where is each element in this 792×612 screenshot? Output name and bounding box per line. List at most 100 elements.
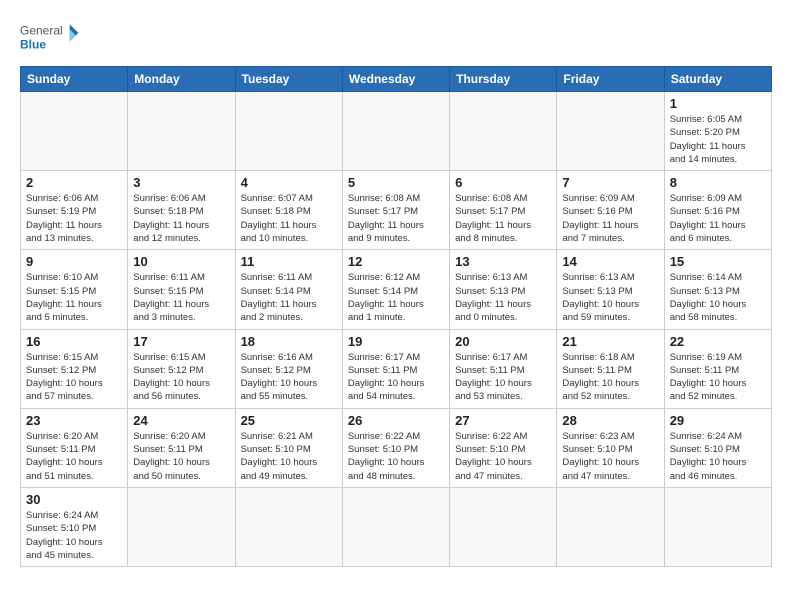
day-number: 17 xyxy=(133,334,229,349)
calendar-day-cell: 18 Sunrise: 6:16 AM Sunset: 5:12 PM Dayli… xyxy=(235,329,342,408)
day-number: 26 xyxy=(348,413,444,428)
calendar-day-cell: 16Sunrise: 6:15 AM Sunset: 5:12 PM Dayli… xyxy=(21,329,128,408)
calendar-day-cell: 26 Sunrise: 6:22 AM Sunset: 5:10 PM Dayli… xyxy=(342,408,449,487)
calendar-day-cell: 13 Sunrise: 6:13 AM Sunset: 5:13 PM Dayli… xyxy=(450,250,557,329)
calendar-day-cell xyxy=(342,487,449,566)
weekday-row: SundayMondayTuesdayWednesdayThursdayFrid… xyxy=(21,67,772,92)
calendar-day-cell xyxy=(557,92,664,171)
calendar-day-cell: 30 Sunrise: 6:24 AM Sunset: 5:10 PM Dayli… xyxy=(21,487,128,566)
header: General Blue xyxy=(20,18,772,58)
calendar-day-cell xyxy=(664,487,771,566)
day-info: Sunrise: 6:22 AM Sunset: 5:10 PM Dayligh… xyxy=(455,430,551,483)
weekday-header-wednesday: Wednesday xyxy=(342,67,449,92)
day-number: 3 xyxy=(133,175,229,190)
day-number: 11 xyxy=(241,254,337,269)
day-info: Sunrise: 6:22 AM Sunset: 5:10 PM Dayligh… xyxy=(348,430,444,483)
calendar-week-row: 1Sunrise: 6:05 AM Sunset: 5:20 PM Daylig… xyxy=(21,92,772,171)
calendar-day-cell: 5 Sunrise: 6:08 AM Sunset: 5:17 PM Daylig… xyxy=(342,171,449,250)
day-number: 7 xyxy=(562,175,658,190)
day-info: Sunrise: 6:09 AM Sunset: 5:16 PM Dayligh… xyxy=(670,192,766,245)
calendar-header: SundayMondayTuesdayWednesdayThursdayFrid… xyxy=(21,67,772,92)
day-info: Sunrise: 6:09 AM Sunset: 5:16 PM Dayligh… xyxy=(562,192,658,245)
day-info: Sunrise: 6:24 AM Sunset: 5:10 PM Dayligh… xyxy=(26,509,122,562)
day-number: 5 xyxy=(348,175,444,190)
calendar-day-cell xyxy=(450,92,557,171)
day-number: 13 xyxy=(455,254,551,269)
day-number: 18 xyxy=(241,334,337,349)
calendar-day-cell: 11Sunrise: 6:11 AM Sunset: 5:14 PM Dayli… xyxy=(235,250,342,329)
day-info: Sunrise: 6:06 AM Sunset: 5:18 PM Dayligh… xyxy=(133,192,229,245)
day-number: 1 xyxy=(670,96,766,111)
day-info: Sunrise: 6:13 AM Sunset: 5:13 PM Dayligh… xyxy=(562,271,658,324)
svg-text:General: General xyxy=(20,24,63,38)
day-info: Sunrise: 6:14 AM Sunset: 5:13 PM Dayligh… xyxy=(670,271,766,324)
calendar-week-row: 9Sunrise: 6:10 AM Sunset: 5:15 PM Daylig… xyxy=(21,250,772,329)
calendar-day-cell: 24 Sunrise: 6:20 AM Sunset: 5:11 PM Dayli… xyxy=(128,408,235,487)
calendar-day-cell xyxy=(557,487,664,566)
calendar-day-cell: 15 Sunrise: 6:14 AM Sunset: 5:13 PM Dayli… xyxy=(664,250,771,329)
day-number: 28 xyxy=(562,413,658,428)
day-number: 27 xyxy=(455,413,551,428)
calendar-day-cell: 22 Sunrise: 6:19 AM Sunset: 5:11 PM Dayli… xyxy=(664,329,771,408)
calendar-day-cell: 29Sunrise: 6:24 AM Sunset: 5:10 PM Dayli… xyxy=(664,408,771,487)
calendar-day-cell xyxy=(342,92,449,171)
weekday-header-saturday: Saturday xyxy=(664,67,771,92)
calendar-week-row: 16 Sunrise: 6:15 AM Sunset: 5:12 PM Dayli… xyxy=(21,329,772,408)
day-number: 22 xyxy=(670,334,766,349)
calendar-day-cell: 7 Sunrise: 6:09 AM Sunset: 5:16 PM Daylig… xyxy=(557,171,664,250)
day-info: Sunrise: 6:17 AM Sunset: 5:11 PM Dayligh… xyxy=(455,351,551,404)
day-info: Sunrise: 6:20 AM Sunset: 5:11 PM Dayligh… xyxy=(26,430,122,483)
day-info: Sunrise: 6:21 AM Sunset: 5:10 PM Dayligh… xyxy=(241,430,337,483)
day-number: 30 xyxy=(26,492,122,507)
calendar-day-cell: 2 Sunrise: 6:06 AM Sunset: 5:19 PM Daylig… xyxy=(21,171,128,250)
calendar-day-cell: 17 Sunrise: 6:15 AM Sunset: 5:12 PM Dayli… xyxy=(128,329,235,408)
calendar-day-cell xyxy=(450,487,557,566)
calendar-day-cell: 20 Sunrise: 6:17 AM Sunset: 5:11 PM Dayli… xyxy=(450,329,557,408)
day-number: 16 xyxy=(26,334,122,349)
logo: General Blue xyxy=(20,18,80,58)
calendar-page: General Blue SundayMondayTuesdayWednesda… xyxy=(0,0,792,612)
calendar-day-cell xyxy=(235,92,342,171)
calendar-day-cell: 9Sunrise: 6:10 AM Sunset: 5:15 PM Daylig… xyxy=(21,250,128,329)
calendar-table: SundayMondayTuesdayWednesdayThursdayFrid… xyxy=(20,66,772,567)
weekday-header-friday: Friday xyxy=(557,67,664,92)
day-number: 10 xyxy=(133,254,229,269)
day-info: Sunrise: 6:08 AM Sunset: 5:17 PM Dayligh… xyxy=(348,192,444,245)
calendar-week-row: 30 Sunrise: 6:24 AM Sunset: 5:10 PM Dayli… xyxy=(21,487,772,566)
calendar-day-cell: 25Sunrise: 6:21 AM Sunset: 5:10 PM Dayli… xyxy=(235,408,342,487)
day-number: 6 xyxy=(455,175,551,190)
day-number: 23 xyxy=(26,413,122,428)
calendar-day-cell xyxy=(128,487,235,566)
day-number: 20 xyxy=(455,334,551,349)
calendar-day-cell xyxy=(128,92,235,171)
day-info: Sunrise: 6:20 AM Sunset: 5:11 PM Dayligh… xyxy=(133,430,229,483)
day-info: Sunrise: 6:23 AM Sunset: 5:10 PM Dayligh… xyxy=(562,430,658,483)
calendar-week-row: 2 Sunrise: 6:06 AM Sunset: 5:19 PM Daylig… xyxy=(21,171,772,250)
day-info: Sunrise: 6:12 AM Sunset: 5:14 PM Dayligh… xyxy=(348,271,444,324)
day-number: 14 xyxy=(562,254,658,269)
day-info: Sunrise: 6:15 AM Sunset: 5:12 PM Dayligh… xyxy=(133,351,229,404)
weekday-header-tuesday: Tuesday xyxy=(235,67,342,92)
day-info: Sunrise: 6:08 AM Sunset: 5:17 PM Dayligh… xyxy=(455,192,551,245)
day-info: Sunrise: 6:16 AM Sunset: 5:12 PM Dayligh… xyxy=(241,351,337,404)
day-number: 15 xyxy=(670,254,766,269)
day-number: 2 xyxy=(26,175,122,190)
svg-text:Blue: Blue xyxy=(20,37,46,51)
day-info: Sunrise: 6:07 AM Sunset: 5:18 PM Dayligh… xyxy=(241,192,337,245)
day-info: Sunrise: 6:19 AM Sunset: 5:11 PM Dayligh… xyxy=(670,351,766,404)
day-info: Sunrise: 6:13 AM Sunset: 5:13 PM Dayligh… xyxy=(455,271,551,324)
day-number: 12 xyxy=(348,254,444,269)
calendar-day-cell: 23 Sunrise: 6:20 AM Sunset: 5:11 PM Dayli… xyxy=(21,408,128,487)
weekday-header-monday: Monday xyxy=(128,67,235,92)
calendar-day-cell: 27 Sunrise: 6:22 AM Sunset: 5:10 PM Dayli… xyxy=(450,408,557,487)
calendar-week-row: 23 Sunrise: 6:20 AM Sunset: 5:11 PM Dayli… xyxy=(21,408,772,487)
calendar-day-cell: 8Sunrise: 6:09 AM Sunset: 5:16 PM Daylig… xyxy=(664,171,771,250)
calendar-day-cell: 14 Sunrise: 6:13 AM Sunset: 5:13 PM Dayli… xyxy=(557,250,664,329)
day-number: 21 xyxy=(562,334,658,349)
calendar-day-cell: 1Sunrise: 6:05 AM Sunset: 5:20 PM Daylig… xyxy=(664,92,771,171)
day-info: Sunrise: 6:11 AM Sunset: 5:15 PM Dayligh… xyxy=(133,271,229,324)
day-number: 24 xyxy=(133,413,229,428)
calendar-day-cell: 6 Sunrise: 6:08 AM Sunset: 5:17 PM Daylig… xyxy=(450,171,557,250)
day-number: 4 xyxy=(241,175,337,190)
day-info: Sunrise: 6:06 AM Sunset: 5:19 PM Dayligh… xyxy=(26,192,122,245)
